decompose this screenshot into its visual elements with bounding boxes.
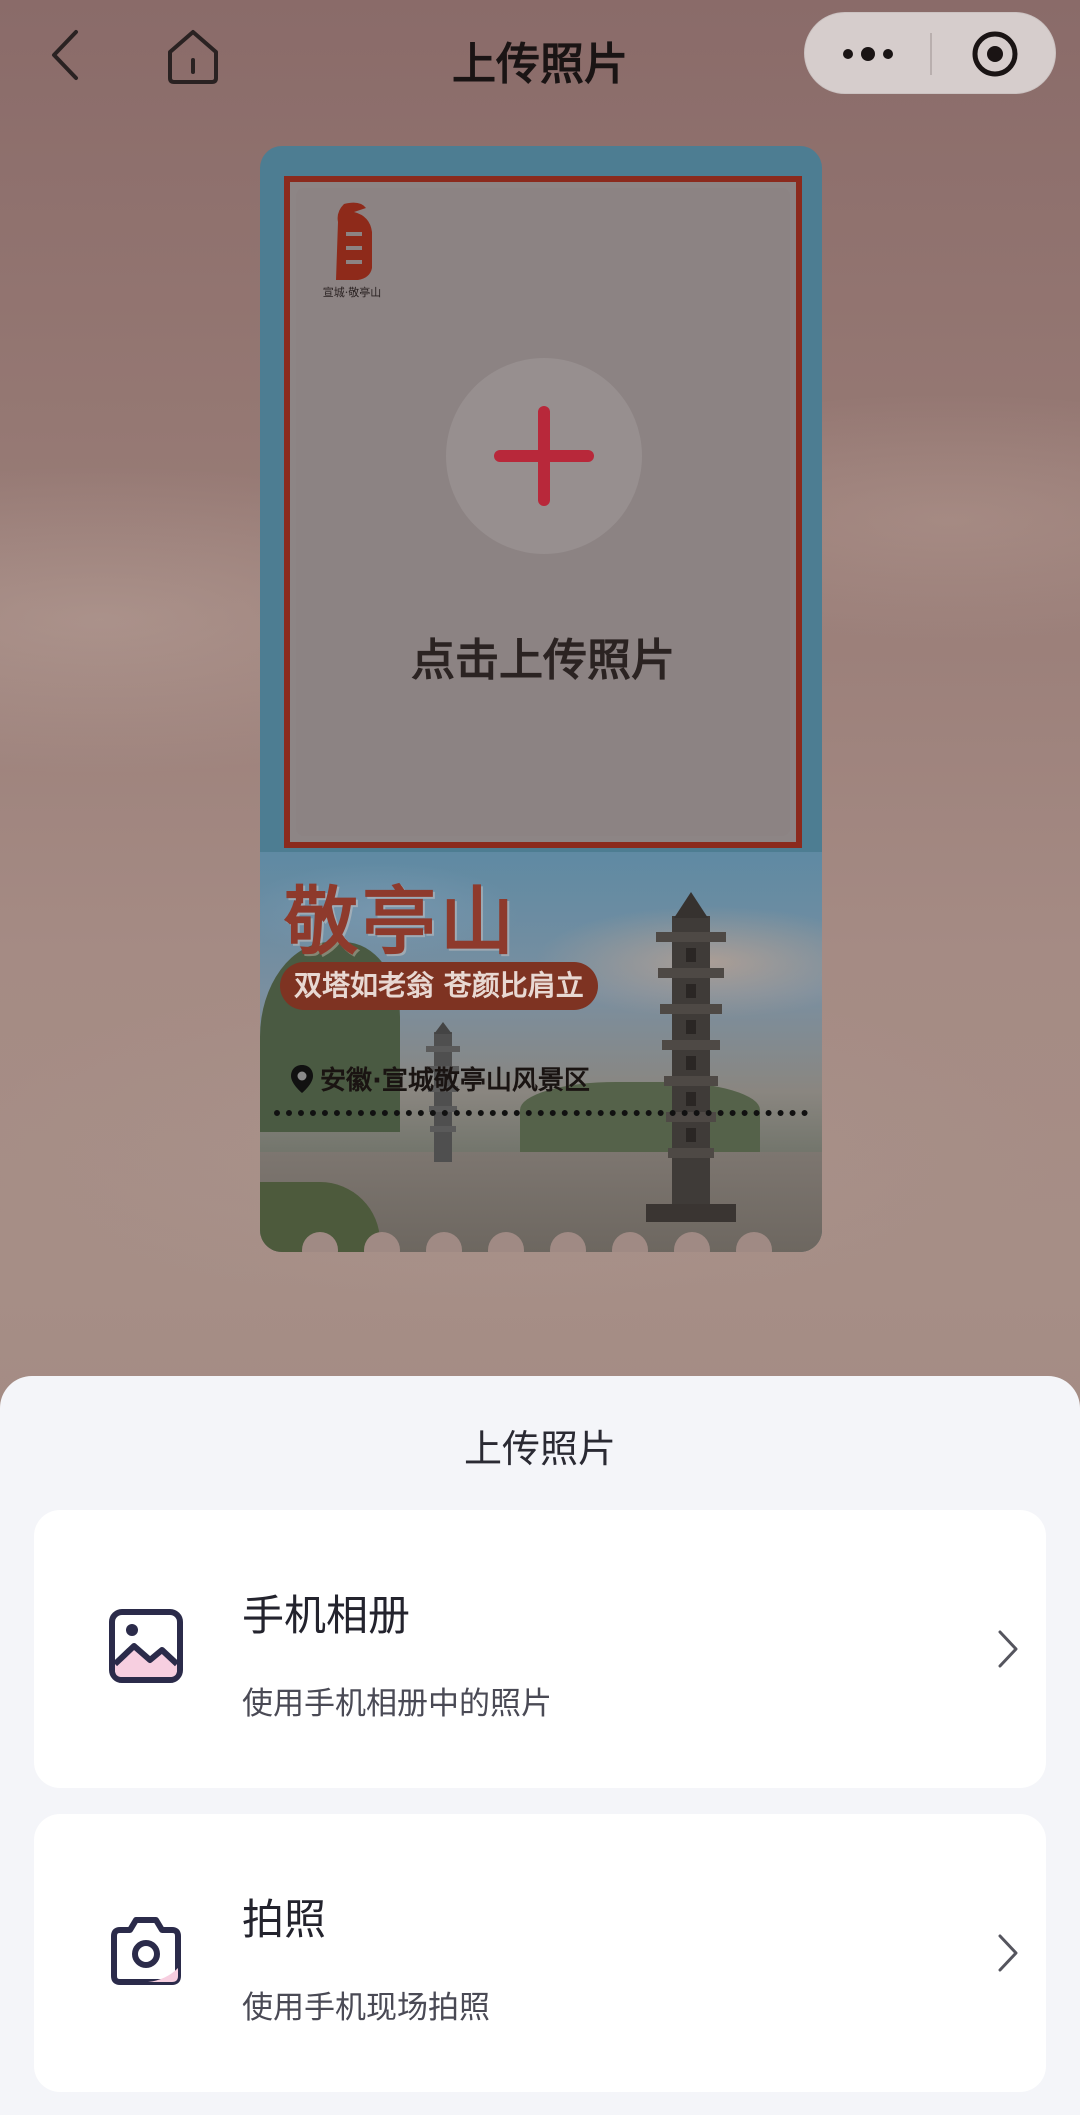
upload-prompt: 点击上传照片 [411, 635, 675, 686]
scenic-banner: 敬亭山 双塔如老翁 苍颜比肩立 安徽·宣城敬亭山风景区 [260, 852, 822, 1252]
nav-bar: 上传照片 [0, 0, 1080, 110]
mini-program-capsule [804, 12, 1056, 94]
large-pagoda-image [646, 892, 736, 1222]
logo-caption: 宣城·敬亭山 [322, 286, 382, 299]
scenic-logo: 宣城·敬亭山 [314, 198, 390, 308]
upload-action-sheet: 上传照片 手机相册 使用手机相册中的照片 拍照 使用手机现场拍照 [0, 1376, 1080, 2115]
option-subtitle: 使用手机相册中的照片 [242, 1686, 552, 1722]
add-photo-button[interactable] [446, 358, 642, 554]
close-mini-program-button[interactable] [932, 13, 1057, 95]
option-subtitle: 使用手机现场拍照 [242, 1990, 490, 2026]
camera-icon [108, 1912, 184, 1988]
chevron-right-icon [998, 1630, 1018, 1668]
option-take-photo[interactable]: 拍照 使用手机现场拍照 [34, 1814, 1046, 2092]
plus-icon [494, 406, 594, 506]
photo-album-icon [108, 1608, 184, 1684]
more-button[interactable] [805, 13, 930, 95]
more-dots-icon [842, 47, 893, 61]
target-circle-icon [972, 31, 1017, 77]
location-row: 安徽·宣城敬亭山风景区 [290, 1060, 590, 1097]
option-phone-album[interactable]: 手机相册 使用手机相册中的照片 [34, 1510, 1046, 1788]
option-title: 手机相册 [242, 1591, 411, 1640]
scenic-slogan: 双塔如老翁 苍颜比肩立 [280, 962, 598, 1010]
ticket-perforation [274, 1110, 808, 1116]
location-pin-icon [291, 1064, 313, 1093]
chevron-right-icon [998, 1934, 1018, 1972]
sheet-title: 上传照片 [463, 1427, 616, 1471]
scenic-name: 敬亭山 [284, 879, 518, 965]
option-title: 拍照 [242, 1895, 327, 1944]
photo-frame: 宣城·敬亭山 点击上传照片 [284, 176, 802, 848]
ticket-card: 宣城·敬亭山 点击上传照片 敬亭山 双塔如老翁 苍颜比肩立 安徽·宣城敬亭山风景… [260, 146, 822, 1252]
location-text: 安徽·宣城敬亭山风景区 [320, 1066, 590, 1096]
ticket-notches [260, 1232, 822, 1252]
upload-photo-area[interactable]: 宣城·敬亭山 点击上传照片 [296, 188, 790, 836]
